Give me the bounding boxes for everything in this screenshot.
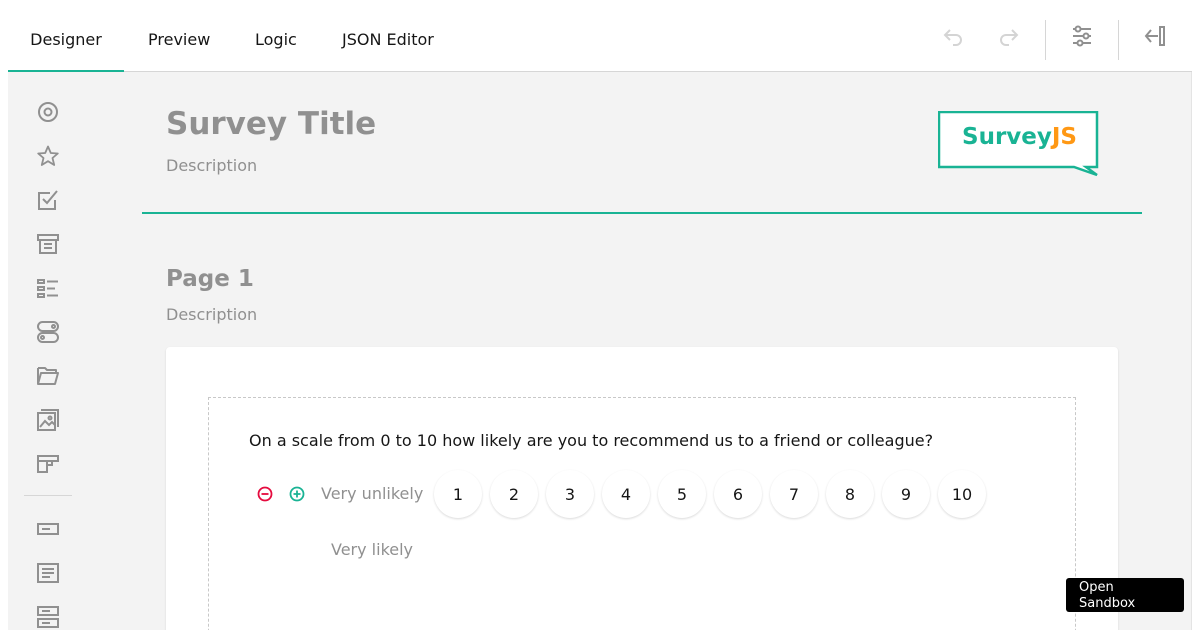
toolbox-separator (24, 495, 72, 496)
checkbox-icon (38, 190, 58, 210)
toolbox-item-ranking[interactable] (36, 276, 60, 300)
comment-icon (37, 563, 59, 583)
rating-item[interactable]: 7 (770, 470, 818, 518)
survey-logo[interactable]: SurveyJS (938, 111, 1100, 177)
rating-item[interactable]: 10 (938, 470, 986, 518)
file-icon (37, 367, 59, 385)
multiple-text-icon (37, 606, 59, 628)
rating-item[interactable]: 6 (714, 470, 762, 518)
toolbox-item-comment[interactable] (36, 561, 60, 585)
logo-text-accent: JS (1050, 124, 1077, 150)
canvas-scroll-edge (1191, 72, 1200, 630)
toolbox-item-checkbox[interactable] (36, 188, 60, 212)
open-sandbox-button[interactable]: Open Sandbox (1066, 578, 1184, 612)
toggle-property-grid-button[interactable] (1139, 20, 1171, 52)
settings-icon (1073, 25, 1091, 47)
rating-icon (37, 145, 59, 166)
toolbox-item-rating[interactable] (36, 144, 60, 168)
rating-max-label[interactable]: Very likely (331, 540, 413, 559)
survey-description[interactable]: Description (166, 156, 257, 175)
tab-json-editor[interactable]: JSON Editor (342, 0, 434, 72)
ranking-icon (37, 279, 58, 298)
add-rate-button[interactable] (289, 486, 305, 502)
matrix-icon (37, 455, 59, 473)
toolbox-item-multiple-text[interactable] (36, 605, 60, 629)
tab-logic[interactable]: Logic (255, 0, 297, 72)
rating-item[interactable]: 5 (658, 470, 706, 518)
svg-text:SurveyJS: SurveyJS (962, 124, 1077, 150)
toolbox-item-dropdown[interactable] (36, 232, 60, 256)
rating-item[interactable]: 8 (826, 470, 874, 518)
boolean-icon (37, 321, 59, 343)
rating-item[interactable]: 9 (882, 470, 930, 518)
toolbar-separator (1118, 20, 1119, 60)
toolbox-item-boolean[interactable] (36, 320, 60, 344)
toolbox-item-file[interactable] (36, 364, 60, 388)
redo-icon (1000, 29, 1019, 46)
text-icon (37, 523, 59, 535)
page-title[interactable]: Page 1 (166, 266, 254, 292)
logo-text-main: Survey (962, 124, 1052, 150)
radiogroup-icon (38, 102, 58, 122)
rating-min-label[interactable]: Very unlikely (321, 484, 423, 503)
toolbox-item-image-picker[interactable] (36, 408, 60, 432)
redo-button[interactable] (993, 20, 1025, 52)
toolbox (8, 72, 88, 630)
toolbar-separator (1045, 20, 1046, 60)
survey-creator: Designer Preview Logic JSON Editor Surve… (0, 0, 1200, 630)
image-picker-icon (37, 409, 59, 431)
survey-title[interactable]: Survey Title (166, 106, 376, 142)
remove-rate-button[interactable] (257, 486, 273, 502)
page-description[interactable]: Description (166, 305, 257, 324)
rating-item[interactable]: 2 (490, 470, 538, 518)
rating-item[interactable]: 1 (434, 470, 482, 518)
rating-item[interactable]: 3 (546, 470, 594, 518)
rating-item[interactable]: 4 (602, 470, 650, 518)
undo-button[interactable] (937, 20, 969, 52)
survey-header-divider (142, 212, 1142, 214)
question-title[interactable]: On a scale from 0 to 10 how likely are y… (249, 431, 933, 450)
collapse-panel-icon (1144, 26, 1165, 46)
toolbox-item-matrix[interactable] (36, 452, 60, 476)
toolbox-item-text[interactable] (36, 517, 60, 541)
settings-button[interactable] (1066, 20, 1098, 52)
dropdown-icon (37, 234, 59, 254)
undo-icon (943, 29, 962, 46)
top-toolbar: Designer Preview Logic JSON Editor (8, 0, 1192, 72)
tab-preview[interactable]: Preview (148, 0, 210, 72)
tab-designer[interactable]: Designer (8, 0, 124, 72)
toolbox-item-radiogroup[interactable] (36, 100, 60, 124)
